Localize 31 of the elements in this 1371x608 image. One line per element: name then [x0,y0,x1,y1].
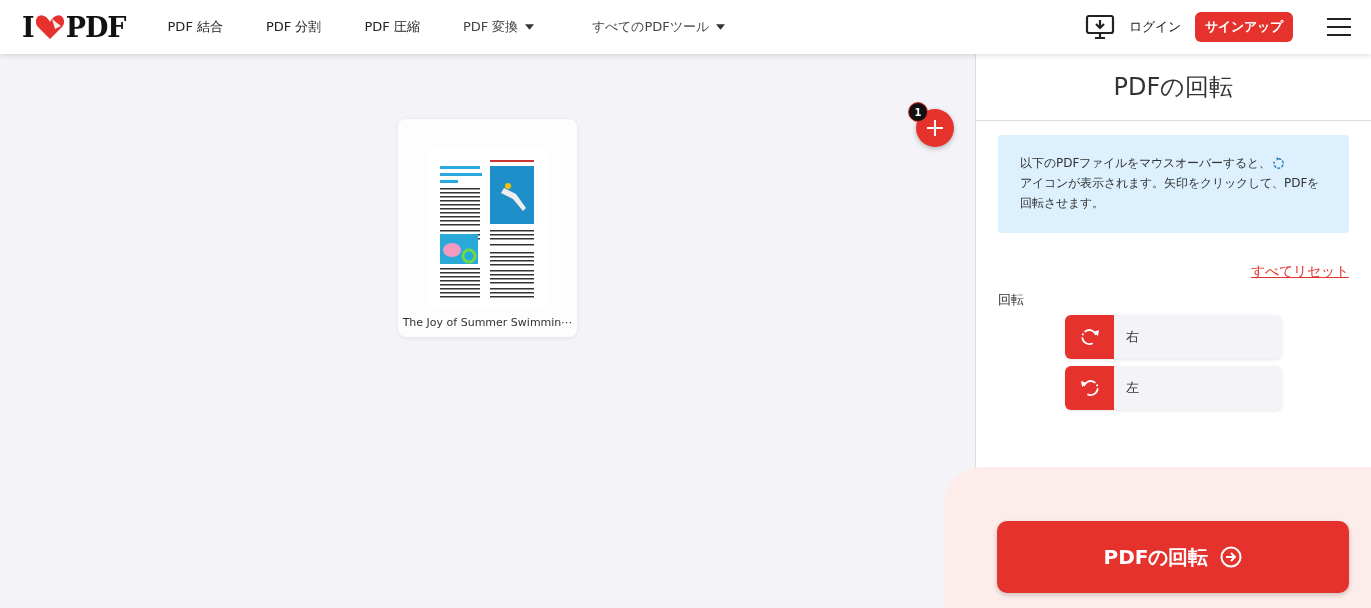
rotate-pdf-button[interactable]: PDFの回転 [997,521,1349,593]
logo-text[interactable]: PDF [65,11,126,43]
nav-link[interactable]: PDF 圧縮 [364,18,420,36]
rotate-option-button[interactable]: 左 [1065,366,1282,410]
info-text: 以下のPDFファイルをマウスオーバーすると、 [1020,155,1272,172]
reset-all-link[interactable]: すべてリセット [1251,263,1349,281]
rotation-label: 回転 [998,291,1025,309]
logo-text[interactable]: I [22,11,34,43]
arrow-circle-icon [1220,546,1243,568]
signup-button[interactable]: サインアップ [1195,12,1293,42]
nav-link[interactable]: PDF 変換 [462,18,535,36]
file-count-badge: 1 [908,102,928,122]
add-file-button[interactable] [916,109,954,147]
rotate-counterclockwise-icon [1079,378,1100,398]
menu-icon[interactable] [1327,18,1351,36]
heart-logo-icon [34,14,65,40]
nav-link[interactable]: すべてのPDFツール [592,18,725,36]
info-text: アイコンが表示されます。矢印をクリックして、PDFを回転させます。 [1020,175,1321,212]
desktop-download-icon[interactable] [1085,14,1115,40]
caret-icon [525,24,535,30]
nav-link[interactable]: PDF 結合 [167,18,223,36]
plus-icon [926,119,944,137]
file-card[interactable]: The Joy of Summer Swimmin⋯ [398,119,577,337]
rotate-icon [1272,156,1286,170]
caret-icon [715,24,725,30]
nav-link[interactable]: PDF 分割 [266,18,322,36]
rotate-clockwise-icon [1079,327,1100,347]
rotate-option-button[interactable]: 右 [1065,315,1282,359]
login-link[interactable]: ログイン [1129,18,1181,36]
file-name: The Joy of Summer Swimmin⋯ [402,316,573,329]
panel-title: PDFの回転 [976,54,1371,121]
